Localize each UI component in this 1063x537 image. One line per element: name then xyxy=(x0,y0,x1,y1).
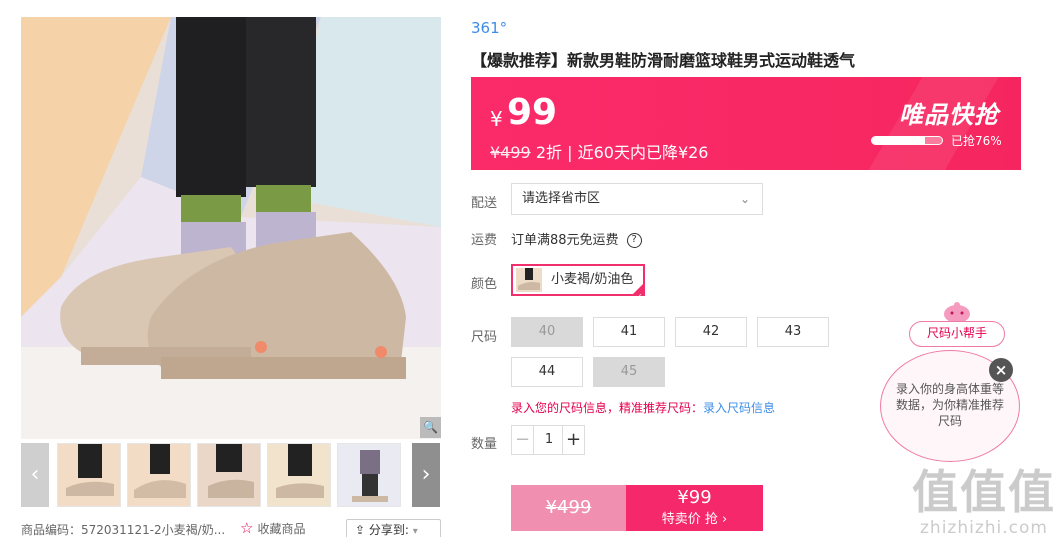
size-option-45: 45 xyxy=(593,357,665,387)
help-icon[interactable]: ? xyxy=(626,233,642,248)
share-icon: ⇪ xyxy=(355,523,369,537)
size-info-link[interactable]: 录入尺码信息 xyxy=(703,401,775,415)
color-label: 颜色 xyxy=(471,277,498,292)
main-product-image[interactable] xyxy=(21,17,441,439)
quantity-label: 数量 xyxy=(471,437,498,452)
original-price: ¥499 xyxy=(490,143,531,162)
size-option-42[interactable]: 42 xyxy=(675,317,747,347)
selected-check-icon xyxy=(631,282,645,311)
thumbnail[interactable] xyxy=(57,443,121,507)
flash-sale-banner: ¥ 99 ¥499 2折 | 近60天内已降¥26 唯品快抢 已抢76% xyxy=(471,77,1021,170)
close-icon[interactable]: × xyxy=(989,358,1013,382)
size-helper-widget: 尺码小帮手 录入你的身高体重等数据，为你精准推荐尺码 × xyxy=(880,300,1020,470)
chevron-down-icon: ⌄ xyxy=(739,192,750,206)
watermark-logo: 值值值 xyxy=(912,465,1056,519)
watermark: 值值值 zhizhizhi.com xyxy=(912,456,1056,537)
currency-symbol: ¥ xyxy=(490,107,503,131)
brand-link[interactable]: 361° xyxy=(471,19,507,37)
sold-progress-fill xyxy=(872,137,926,144)
thumbnail-next-button[interactable]: › xyxy=(412,443,440,507)
price-drop-note: 近60天内已降¥26 xyxy=(577,143,709,162)
color-option-selected[interactable]: 小麦褐/奶油色 xyxy=(511,264,645,311)
sold-progress-text: 已抢76% xyxy=(951,134,1002,148)
thumbnail[interactable] xyxy=(197,443,261,507)
sku-code: 商品编码：572031121-2小麦褐/奶... xyxy=(21,523,226,537)
buy-cta-label: 特卖价 抢 › xyxy=(661,512,728,527)
sold-progress-bar xyxy=(871,136,943,145)
favorite-label: 收藏商品 xyxy=(257,522,306,536)
original-price-button[interactable]: ¥499 xyxy=(511,485,626,531)
gallery-footer: 商品编码：572031121-2小麦褐/奶... ☆ 收藏商品 ⇪ 分享到: ▾ xyxy=(21,517,441,537)
quantity-input[interactable]: 1 xyxy=(534,426,564,454)
color-option-label: 小麦褐/奶油色 xyxy=(551,272,634,287)
thumbnail-prev-button[interactable]: ‹ xyxy=(21,443,49,507)
size-label: 尺码 xyxy=(471,330,498,345)
size-hint-text: 录入您的尺码信息，精准推荐尺码： xyxy=(511,401,704,415)
product-page: 🔍 ‹ › 商品编码：572031121-2小麦褐/奶... ☆ 收藏商品 ⇪ 分… xyxy=(0,0,1063,537)
size-option-43[interactable]: 43 xyxy=(757,317,829,347)
size-option-44[interactable]: 44 xyxy=(511,357,583,387)
discount-rate: 2折 xyxy=(535,143,562,162)
region-select[interactable]: 请选择省市区 ⌄ xyxy=(511,183,763,215)
delivery-label: 配送 xyxy=(471,196,498,211)
shipping-info: 订单满88元免运费 ? xyxy=(511,229,642,248)
size-option-41[interactable]: 41 xyxy=(593,317,665,347)
size-helper-title[interactable]: 尺码小帮手 xyxy=(909,321,1005,347)
price-details: ¥499 2折 | 近60天内已降¥26 xyxy=(490,139,708,163)
buy-now-button[interactable]: ¥99 特卖价 抢 › xyxy=(626,485,763,531)
quantity-stepper: − 1 + xyxy=(511,425,585,455)
thumbnail[interactable] xyxy=(127,443,191,507)
buy-original-price: ¥499 xyxy=(545,497,592,518)
sale-price: 99 xyxy=(507,92,558,133)
share-label: 分享到: xyxy=(368,523,409,537)
thumbnail[interactable] xyxy=(267,443,331,507)
region-placeholder: 请选择省市区 xyxy=(522,191,601,206)
product-title: 【爆款推荐】新款男鞋防滑耐磨篮球鞋男式运动鞋透气 xyxy=(471,51,856,70)
size-option-40: 40 xyxy=(511,317,583,347)
quantity-plus-button[interactable]: + xyxy=(562,426,584,454)
buy-button-group: ¥499 ¥99 特卖价 抢 › xyxy=(511,485,763,531)
watermark-url: zhizhizhi.com xyxy=(920,518,1048,537)
buy-price: ¥99 xyxy=(677,487,712,508)
star-icon: ☆ xyxy=(240,519,254,537)
separator: | xyxy=(567,143,573,162)
share-dropdown[interactable]: ⇪ 分享到: ▾ xyxy=(346,519,441,537)
size-hint: 录入您的尺码信息，精准推荐尺码：录入尺码信息 xyxy=(511,399,775,416)
shipping-label: 运费 xyxy=(471,233,498,248)
chevron-down-icon: ▾ xyxy=(412,526,418,537)
quantity-minus-button[interactable]: − xyxy=(512,426,534,454)
zoom-icon[interactable]: 🔍 xyxy=(420,417,441,438)
thumbnail[interactable] xyxy=(337,443,401,507)
thumbnail-strip: ‹ › xyxy=(21,443,441,507)
flash-sale-title: 唯品快抢 xyxy=(899,101,999,129)
color-swatch-image xyxy=(516,268,542,292)
shipping-text: 订单满88元免运费 xyxy=(511,233,619,248)
favorite-button[interactable]: ☆ 收藏商品 xyxy=(240,519,305,537)
